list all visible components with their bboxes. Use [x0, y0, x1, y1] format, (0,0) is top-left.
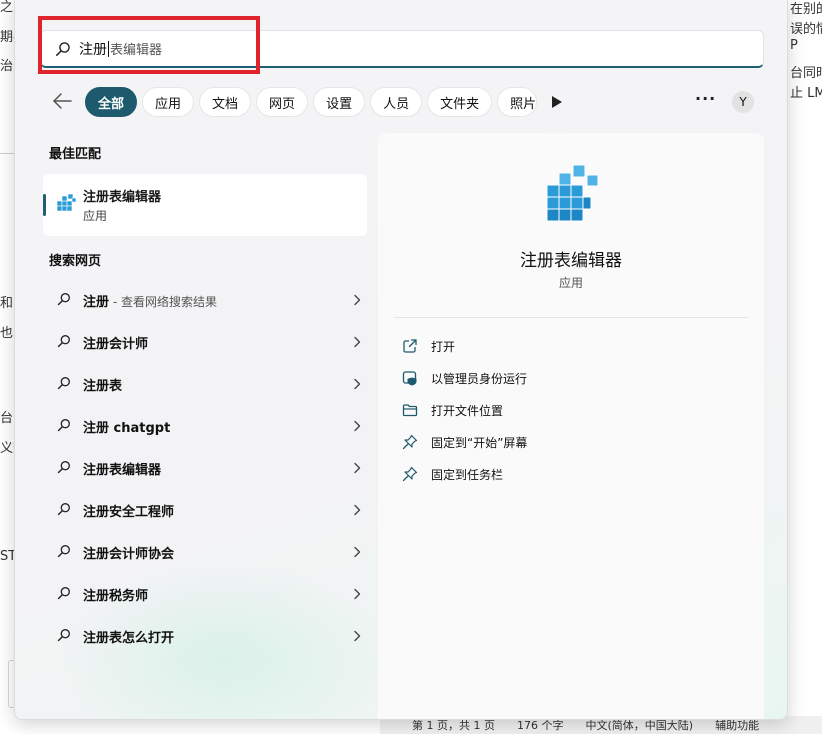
web-result-subtext: - 查看网络搜索结果 — [109, 295, 217, 309]
search-panel: 注册 表编辑器 全部 应用 文档 网页 设置 人员 文件夹 照片 ··· Y 最佳… — [14, 0, 788, 720]
web-search-heading: 搜索网页 — [49, 254, 102, 269]
chevron-right-icon — [354, 336, 361, 348]
chevron-right-icon — [354, 588, 361, 600]
open-external-icon — [403, 339, 417, 353]
filter-chips: 全部 应用 文档 网页 设置 人员 文件夹 照片 — [85, 87, 538, 117]
search-suggestion-text: 表编辑器 — [110, 43, 163, 58]
search-typed-text: 注册 — [79, 41, 107, 58]
action-pin-to-start[interactable]: 固定到“开始”屏幕 — [402, 430, 742, 454]
web-result-label: 注册表编辑器 — [83, 463, 162, 478]
web-result-item[interactable]: 注册表 — [43, 364, 367, 402]
chevron-right-icon — [354, 504, 361, 516]
web-result-item[interactable]: 注册安全工程师 — [43, 490, 367, 528]
web-result-label: 注册 - 查看网络搜索结果 — [83, 295, 217, 310]
bg-text: P — [790, 38, 798, 53]
chevron-right-icon — [354, 630, 361, 642]
action-label: 以管理员身份运行 — [431, 371, 528, 386]
pin-icon — [402, 466, 418, 482]
chevron-right-icon — [354, 462, 361, 474]
best-match-type: 应用 — [83, 209, 108, 223]
chevron-right-icon — [354, 378, 361, 390]
selection-indicator — [43, 194, 46, 216]
text-caret — [108, 40, 109, 57]
bg-text: 误的情 — [790, 22, 822, 37]
web-result-item[interactable]: 注册表编辑器 — [43, 448, 367, 486]
folder-icon — [402, 404, 418, 417]
filter-chip-apps[interactable]: 应用 — [142, 87, 195, 117]
play-arrow-icon[interactable] — [551, 95, 563, 109]
search-icon — [57, 503, 70, 516]
best-match-heading: 最佳匹配 — [49, 147, 102, 162]
action-label: 固定到任务栏 — [431, 467, 504, 482]
web-result-item[interactable]: 注册 - 查看网络搜索结果 — [43, 280, 367, 318]
search-icon — [57, 419, 70, 432]
bg-text: 止 LM — [790, 86, 822, 101]
web-result-label: 注册表 — [83, 379, 123, 394]
web-result-item[interactable]: 注册表怎么打开 — [43, 616, 367, 654]
divider — [394, 317, 748, 318]
web-result-item[interactable]: 注册 chatgpt — [43, 406, 367, 444]
search-icon — [56, 41, 70, 56]
bg-text: 和 — [0, 296, 14, 311]
detail-type: 应用 — [558, 276, 583, 290]
search-icon — [57, 335, 70, 348]
filter-chip-people[interactable]: 人员 — [370, 87, 423, 117]
search-icon — [57, 629, 70, 642]
bg-text: 台同时 — [790, 66, 822, 81]
filter-chip-web[interactable]: 网页 — [256, 87, 309, 117]
action-open-file-location[interactable]: 打开文件位置 — [402, 398, 742, 422]
web-result-label: 注册会计师协会 — [83, 547, 175, 562]
registry-editor-icon — [546, 164, 599, 222]
filter-chip-documents[interactable]: 文档 — [199, 87, 252, 117]
web-result-item[interactable]: 注册会计师 — [43, 322, 367, 360]
best-match-item[interactable]: 注册表编辑器 应用 — [43, 174, 367, 236]
action-label: 打开文件位置 — [431, 403, 504, 418]
more-options-button[interactable]: ··· — [695, 89, 716, 108]
pin-icon — [402, 434, 418, 450]
bg-text: 治 — [0, 59, 14, 74]
filter-chip-all[interactable]: 全部 — [85, 87, 138, 117]
chevron-right-icon — [354, 546, 361, 558]
search-input[interactable]: 注册 表编辑器 — [40, 30, 764, 68]
filter-chip-photos[interactable]: 照片 — [497, 87, 538, 117]
back-arrow-icon[interactable] — [51, 91, 73, 111]
filter-chip-folders[interactable]: 文件夹 — [427, 87, 493, 117]
action-label: 打开 — [431, 339, 456, 354]
web-result-label: 注册表怎么打开 — [83, 631, 175, 646]
chevron-right-icon — [354, 294, 361, 306]
action-label: 固定到“开始”屏幕 — [431, 435, 528, 450]
search-icon — [57, 377, 70, 390]
shield-icon — [402, 371, 417, 386]
chevron-right-icon — [354, 420, 361, 432]
search-icon — [57, 545, 70, 558]
search-icon — [57, 461, 70, 474]
bg-text: 在别的 — [790, 2, 822, 17]
detail-pane: 注册表编辑器 应用 打开 以管理员身份运行 打开文件位置 固定到“开始”屏幕 固… — [378, 133, 764, 719]
bg-divider — [0, 153, 14, 154]
web-result-label: 注册安全工程师 — [83, 505, 175, 520]
search-icon — [57, 587, 70, 600]
best-match-name: 注册表编辑器 — [83, 190, 162, 205]
web-result-label: 注册税务师 — [83, 589, 149, 604]
web-result-label: 注册会计师 — [83, 337, 149, 352]
web-result-item[interactable]: 注册税务师 — [43, 574, 367, 612]
registry-editor-icon — [56, 193, 77, 212]
web-result-label: 注册 chatgpt — [83, 421, 171, 436]
action-open[interactable]: 打开 — [402, 334, 742, 358]
action-pin-to-taskbar[interactable]: 固定到任务栏 — [402, 462, 742, 486]
filter-chip-settings[interactable]: 设置 — [313, 87, 366, 117]
action-run-as-admin[interactable]: 以管理员身份运行 — [402, 366, 742, 390]
avatar[interactable]: Y — [732, 91, 754, 113]
bg-text: 也 — [0, 326, 14, 341]
search-icon — [57, 293, 70, 306]
web-result-item[interactable]: 注册会计师协会 — [43, 532, 367, 570]
detail-title: 注册表编辑器 — [520, 251, 622, 271]
